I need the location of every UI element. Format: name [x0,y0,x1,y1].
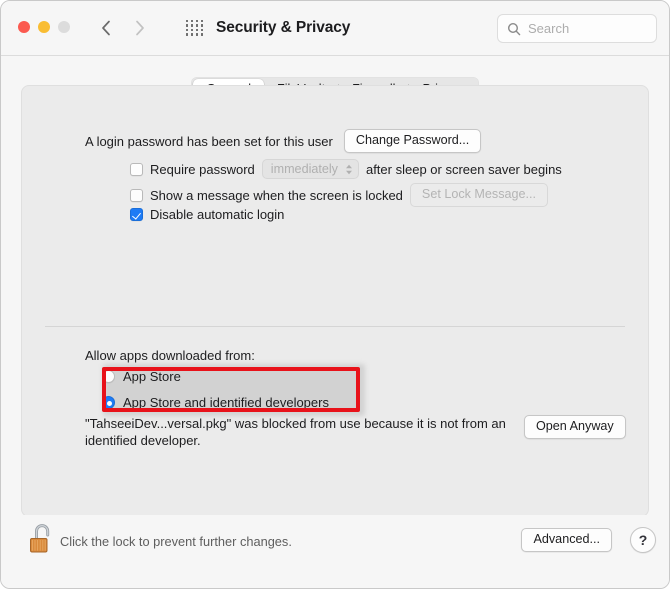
search-field[interactable] [497,14,657,43]
search-input[interactable] [528,21,648,36]
show-lock-message-checkbox[interactable] [130,188,143,202]
gatekeeper-option-identified-developers[interactable]: App Store and identified developers [102,395,329,410]
navigation-arrows [96,15,150,41]
app-store-radio-label: App Store [123,369,181,384]
unlocked-padlock-icon[interactable] [23,518,61,558]
identified-developers-radio-label: App Store and identified developers [123,395,329,410]
page-title: Security & Privacy [216,19,351,36]
window-titlebar: Security & Privacy [1,1,669,56]
require-password-label: Require password [150,161,255,177]
show-lock-message-row: Show a message when the screen is locked… [130,183,549,207]
require-password-interval-value: immediately [270,162,338,176]
show-all-preferences-grid-icon[interactable] [186,20,204,36]
require-password-row: Require password immediately after sleep… [130,159,562,179]
app-store-radio[interactable] [102,370,115,383]
disable-automatic-login-row: Disable automatic login [130,207,284,222]
require-password-interval-select: immediately [261,159,359,179]
chevron-updown-icon [345,164,353,175]
require-password-suffix: after sleep or screen saver begins [365,161,562,177]
help-button[interactable]: ? [630,527,656,553]
zoom-window-button [58,21,70,33]
require-password-checkbox[interactable] [130,162,143,176]
advanced-button[interactable]: Advanced... [521,528,612,552]
identified-developers-radio[interactable] [102,396,115,409]
show-lock-message-label: Show a message when the screen is locked [150,187,403,203]
open-anyway-button[interactable]: Open Anyway [524,415,626,439]
security-privacy-window: Security & Privacy General FileVault Fir… [0,0,670,589]
disable-automatic-login-checkbox[interactable] [130,208,143,221]
gatekeeper-option-app-store[interactable]: App Store [102,369,329,384]
preferences-bottom-bar: Click the lock to prevent further change… [1,515,669,588]
login-password-status: A login password has been set for this u… [85,133,333,149]
general-settings-panel: A login password has been set for this u… [21,85,649,517]
lock-caption: Click the lock to prevent further change… [60,534,292,549]
set-lock-message-button: Set Lock Message... [409,183,549,207]
close-window-button[interactable] [18,21,30,33]
forward-chevron-icon [130,15,150,41]
gatekeeper-section-label: Allow apps downloaded from: [85,348,255,363]
blocked-app-message: "TahseeiDev...versal.pkg" was blocked fr… [85,416,506,448]
help-button-label: ? [638,532,648,548]
window-controls [18,21,70,33]
gatekeeper-radio-group: App Store App Store and identified devel… [102,369,329,410]
login-password-row: A login password has been set for this u… [85,129,482,153]
back-chevron-icon[interactable] [96,15,116,41]
disable-automatic-login-label: Disable automatic login [150,207,285,222]
change-password-button[interactable]: Change Password... [343,129,482,153]
minimize-window-button[interactable] [38,21,50,33]
search-icon [507,22,521,36]
section-divider [45,326,625,327]
